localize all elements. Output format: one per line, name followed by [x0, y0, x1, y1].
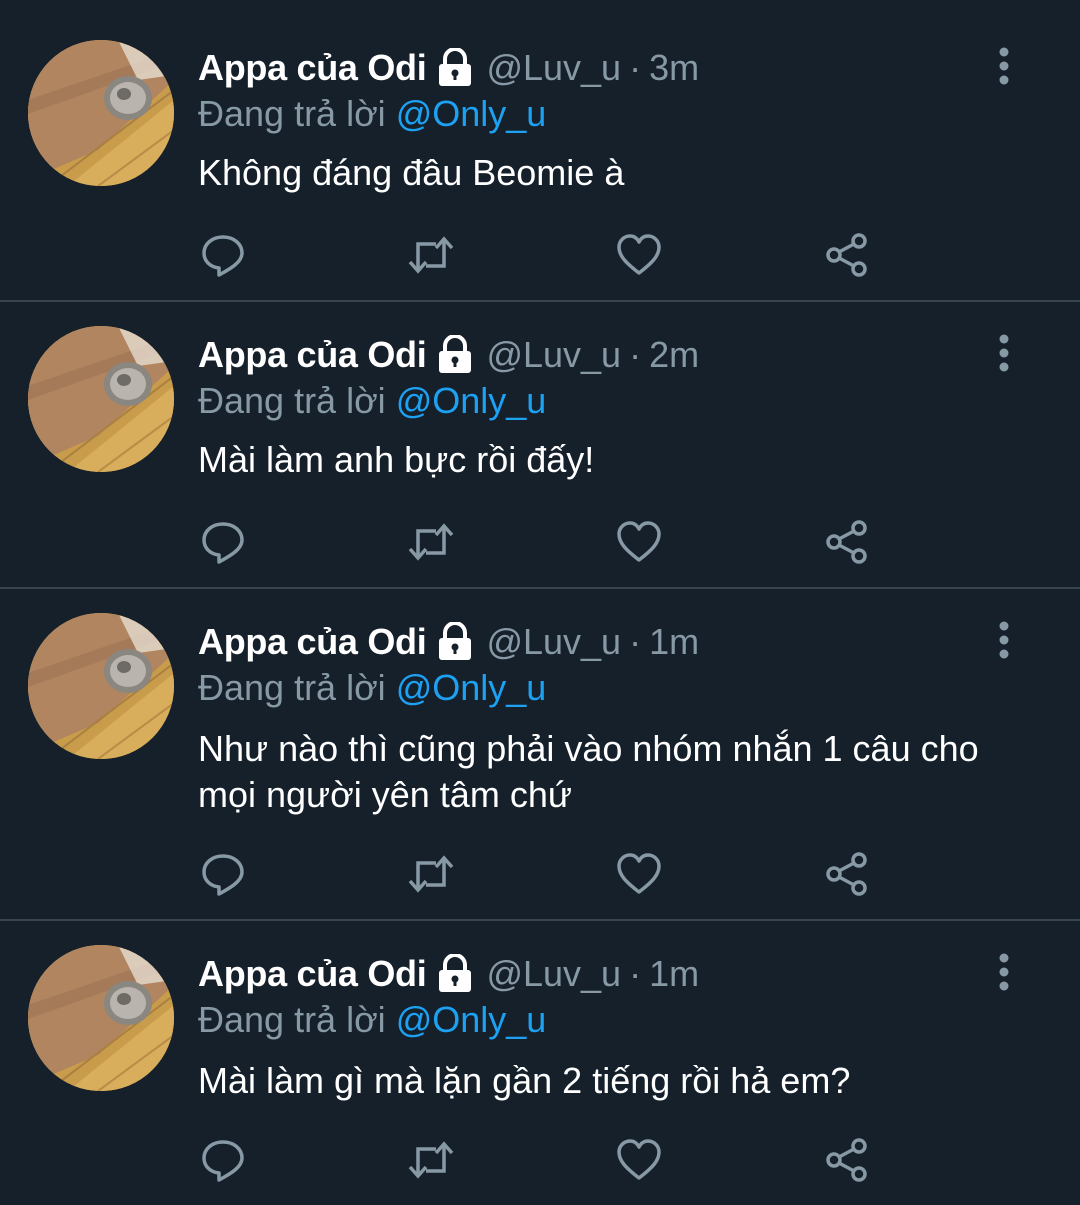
author-handle[interactable]: @Luv_u — [486, 331, 621, 379]
heart-icon[interactable] — [614, 230, 664, 280]
lock-icon — [436, 621, 474, 662]
replying-prefix: Đang trả lời — [198, 999, 386, 1040]
tweet-header: Appa của Odi @Luv_u · 1m — [198, 618, 699, 666]
tweet-actions — [198, 849, 898, 899]
replying-to: Đang trả lời @Only_u — [198, 664, 546, 712]
author-name[interactable]: Appa của Odi — [198, 950, 427, 998]
tweet-text: Như nào thì cũng phải vào nhóm nhắn 1 câ… — [198, 728, 989, 815]
avatar[interactable] — [28, 40, 174, 186]
tweet-text: Mài làm anh bực rồi đấy! — [198, 439, 595, 480]
retweet-icon[interactable] — [406, 1135, 456, 1185]
reply-icon[interactable] — [198, 230, 248, 280]
separator: · — [629, 334, 642, 375]
separator: · — [629, 621, 642, 662]
tweet-header: Appa của Odi @Luv_u · 2m — [198, 331, 699, 379]
heart-icon[interactable] — [614, 517, 664, 567]
replying-to: Đang trả lời @Only_u — [198, 90, 546, 138]
tweet-actions — [198, 230, 898, 280]
replying-to: Đang trả lời @Only_u — [198, 377, 546, 425]
reply-icon[interactable] — [198, 1135, 248, 1185]
author-handle[interactable]: @Luv_u — [486, 950, 621, 998]
share-icon[interactable] — [822, 517, 872, 567]
retweet-icon[interactable] — [406, 849, 456, 899]
retweet-icon[interactable] — [406, 230, 456, 280]
lock-icon — [436, 953, 474, 994]
timestamp[interactable]: 1m — [649, 618, 699, 666]
replying-prefix: Đang trả lời — [198, 380, 386, 421]
timestamp[interactable]: 3m — [649, 44, 699, 92]
separator: · — [629, 47, 642, 88]
share-icon[interactable] — [822, 230, 872, 280]
tweet-text: Mài làm gì mà lặn gần 2 tiếng rồi hả em? — [198, 1060, 851, 1101]
tweet[interactable]: Appa của Odi @Luv_u · 3m Đang trả lời @O… — [0, 0, 1080, 302]
author-handle[interactable]: @Luv_u — [486, 618, 621, 666]
avatar[interactable] — [28, 945, 174, 1091]
reply-icon[interactable] — [198, 849, 248, 899]
heart-icon[interactable] — [614, 1135, 664, 1185]
more-vertical-icon[interactable] — [990, 952, 1018, 992]
share-icon[interactable] — [822, 849, 872, 899]
more-vertical-icon[interactable] — [990, 46, 1018, 86]
author-name[interactable]: Appa của Odi — [198, 618, 427, 666]
timestamp[interactable]: 1m — [649, 950, 699, 998]
more-vertical-icon[interactable] — [990, 620, 1018, 660]
mention-link[interactable]: @Only_u — [396, 380, 547, 421]
author-name[interactable]: Appa của Odi — [198, 331, 427, 379]
tweet-header: Appa của Odi @Luv_u · 3m — [198, 44, 699, 92]
replying-prefix: Đang trả lời — [198, 667, 386, 708]
author-name[interactable]: Appa của Odi — [198, 44, 427, 92]
lock-icon — [436, 47, 474, 88]
timestamp[interactable]: 2m — [649, 331, 699, 379]
retweet-icon[interactable] — [406, 517, 456, 567]
tweet-text: Không đáng đâu Beomie à — [198, 152, 625, 193]
mention-link[interactable]: @Only_u — [396, 999, 547, 1040]
avatar[interactable] — [28, 326, 174, 472]
avatar[interactable] — [28, 613, 174, 759]
replying-to: Đang trả lời @Only_u — [198, 996, 546, 1044]
tweet-actions — [198, 1135, 898, 1185]
replying-prefix: Đang trả lời — [198, 93, 386, 134]
reply-icon[interactable] — [198, 517, 248, 567]
mention-link[interactable]: @Only_u — [396, 93, 547, 134]
tweet[interactable]: Appa của Odi @Luv_u · 2m Đang trả lời @O… — [0, 302, 1080, 589]
heart-icon[interactable] — [614, 849, 664, 899]
tweet-actions — [198, 517, 898, 567]
share-icon[interactable] — [822, 1135, 872, 1185]
tweet[interactable]: Appa của Odi @Luv_u · 1m Đang trả lời @O… — [0, 589, 1080, 921]
separator: · — [629, 953, 642, 994]
tweet-header: Appa của Odi @Luv_u · 1m — [198, 950, 699, 998]
mention-link[interactable]: @Only_u — [396, 667, 547, 708]
author-handle[interactable]: @Luv_u — [486, 44, 621, 92]
tweet[interactable]: Appa của Odi @Luv_u · 1m Đang trả lời @O… — [0, 921, 1080, 1205]
more-vertical-icon[interactable] — [990, 333, 1018, 373]
lock-icon — [436, 334, 474, 375]
